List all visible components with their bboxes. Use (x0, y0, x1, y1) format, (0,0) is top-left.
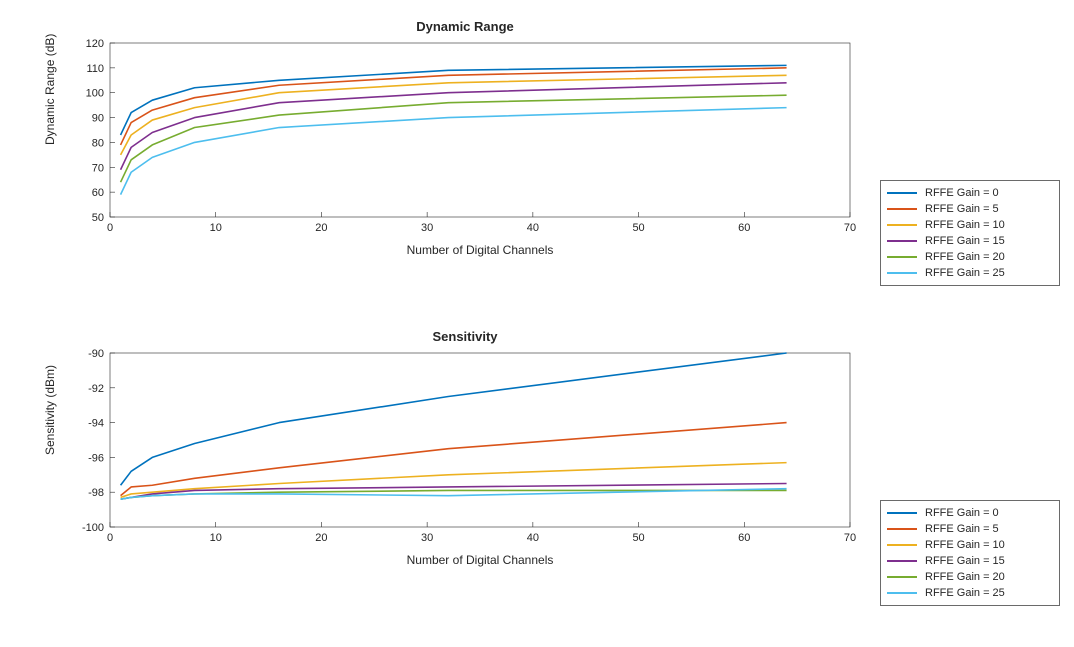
svg-text:30: 30 (421, 532, 433, 544)
svg-text:80: 80 (92, 137, 104, 149)
legend-item: RFFE Gain = 25 (887, 585, 1053, 601)
svg-text:70: 70 (844, 532, 856, 544)
svg-text:10: 10 (210, 532, 222, 544)
legend-swatch (887, 528, 917, 530)
legend-swatch (887, 560, 917, 562)
legend-item: RFFE Gain = 5 (887, 521, 1053, 537)
axes-bottom: 010203040506070-100-98-96-94-92-90 (110, 353, 850, 527)
legend-swatch (887, 256, 917, 258)
svg-text:-98: -98 (88, 487, 104, 499)
legend-label: RFFE Gain = 20 (925, 251, 1005, 263)
legend-item: RFFE Gain = 10 (887, 537, 1053, 553)
legend-top: RFFE Gain = 0 RFFE Gain = 5 RFFE Gain = … (880, 180, 1060, 286)
figure: Dynamic Range Dynamic Range (dB) 0102030… (0, 0, 1074, 647)
svg-text:60: 60 (92, 187, 104, 199)
legend-label: RFFE Gain = 10 (925, 539, 1005, 551)
chart-title: Sensitivity (70, 329, 860, 344)
svg-text:60: 60 (738, 532, 750, 544)
svg-text:110: 110 (86, 63, 104, 75)
legend-item: RFFE Gain = 15 (887, 553, 1053, 569)
legend-item: RFFE Gain = 25 (887, 265, 1053, 281)
y-axis-label: Sensitivity (dBm) (43, 365, 57, 455)
legend-item: RFFE Gain = 0 (887, 505, 1053, 521)
svg-text:-100: -100 (82, 522, 104, 534)
legend-label: RFFE Gain = 15 (925, 555, 1005, 567)
legend-swatch (887, 592, 917, 594)
legend-label: RFFE Gain = 0 (925, 507, 999, 519)
svg-text:50: 50 (92, 212, 104, 224)
subplot-dynamic-range: Dynamic Range Dynamic Range (dB) 0102030… (70, 25, 860, 265)
svg-text:90: 90 (92, 113, 104, 125)
svg-text:20: 20 (315, 222, 327, 234)
legend-item: RFFE Gain = 10 (887, 217, 1053, 233)
x-axis-label: Number of Digital Channels (110, 243, 850, 257)
svg-text:40: 40 (527, 532, 539, 544)
legend-swatch (887, 192, 917, 194)
legend-swatch (887, 576, 917, 578)
legend-item: RFFE Gain = 20 (887, 569, 1053, 585)
svg-text:50: 50 (632, 532, 644, 544)
axes-svg-bottom: 010203040506070-100-98-96-94-92-90 (110, 353, 850, 527)
svg-text:20: 20 (315, 532, 327, 544)
svg-text:60: 60 (738, 222, 750, 234)
svg-text:0: 0 (107, 222, 113, 234)
svg-text:50: 50 (632, 222, 644, 234)
x-axis-label: Number of Digital Channels (110, 553, 850, 567)
legend-swatch (887, 544, 917, 546)
legend-item: RFFE Gain = 5 (887, 201, 1053, 217)
svg-text:10: 10 (210, 222, 222, 234)
legend-item: RFFE Gain = 0 (887, 185, 1053, 201)
legend-label: RFFE Gain = 0 (925, 187, 999, 199)
legend-label: RFFE Gain = 5 (925, 203, 999, 215)
subplot-sensitivity: Sensitivity Sensitivity (dBm) 0102030405… (70, 335, 860, 575)
svg-text:-94: -94 (88, 418, 104, 430)
legend-item: RFFE Gain = 15 (887, 233, 1053, 249)
axes-svg-top: 0102030405060705060708090100110120 (110, 43, 850, 217)
svg-text:-96: -96 (88, 452, 104, 464)
svg-text:-90: -90 (88, 348, 104, 360)
svg-text:-92: -92 (88, 383, 104, 395)
svg-text:40: 40 (527, 222, 539, 234)
legend-label: RFFE Gain = 25 (925, 587, 1005, 599)
svg-text:100: 100 (86, 88, 104, 100)
legend-label: RFFE Gain = 15 (925, 235, 1005, 247)
svg-text:120: 120 (86, 38, 104, 50)
legend-swatch (887, 224, 917, 226)
chart-title: Dynamic Range (70, 19, 860, 34)
legend-swatch (887, 208, 917, 210)
legend-swatch (887, 272, 917, 274)
legend-item: RFFE Gain = 20 (887, 249, 1053, 265)
legend-swatch (887, 240, 917, 242)
svg-text:70: 70 (844, 222, 856, 234)
legend-label: RFFE Gain = 25 (925, 267, 1005, 279)
legend-label: RFFE Gain = 10 (925, 219, 1005, 231)
legend-swatch (887, 512, 917, 514)
legend-bottom: RFFE Gain = 0 RFFE Gain = 5 RFFE Gain = … (880, 500, 1060, 606)
legend-label: RFFE Gain = 5 (925, 523, 999, 535)
legend-label: RFFE Gain = 20 (925, 571, 1005, 583)
svg-text:0: 0 (107, 532, 113, 544)
axes-top: 0102030405060705060708090100110120 (110, 43, 850, 217)
svg-text:70: 70 (92, 162, 104, 174)
y-axis-label: Dynamic Range (dB) (43, 34, 57, 145)
svg-text:30: 30 (421, 222, 433, 234)
